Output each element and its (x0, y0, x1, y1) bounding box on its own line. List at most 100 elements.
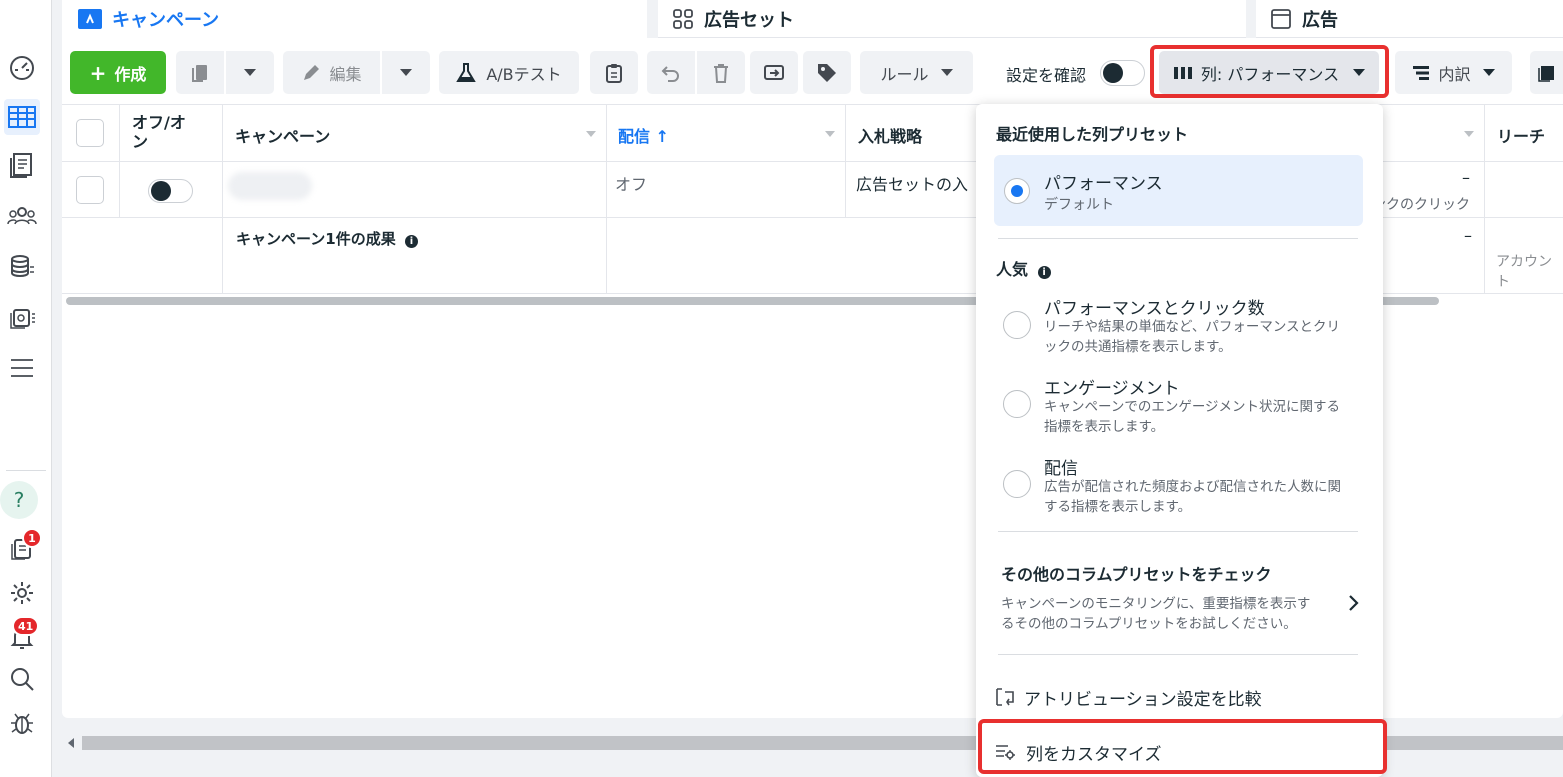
duplicate-icon (192, 64, 207, 82)
tab-adset-label: 広告セット (704, 9, 794, 31)
select-all-checkbox[interactable] (76, 119, 104, 147)
catalog-icon[interactable] (4, 300, 40, 336)
clipboard-icon (606, 63, 622, 83)
trash-icon (714, 63, 728, 83)
help-icon[interactable]: ? (0, 481, 38, 519)
preset-option-desc-line2: 指標を表示します。 (1044, 419, 1165, 435)
campaign-column-header[interactable]: キャンペーン (235, 123, 330, 147)
duplicate-dropdown-button[interactable] (226, 51, 274, 94)
preset-option-desc: 広告が配信された頻度および配信された人数に関 する指標を表示します。 (1044, 477, 1341, 517)
delete-button[interactable] (697, 51, 745, 94)
col-divider (845, 104, 846, 218)
summary-dash: – (1464, 226, 1472, 245)
customize-highlight-box (978, 719, 1387, 774)
billing-icon[interactable] (4, 249, 40, 285)
reach-column-header[interactable]: リーチ (1497, 123, 1545, 147)
confirm-settings-toggle[interactable] (1100, 60, 1145, 86)
create-button-label: 作成 (114, 64, 147, 84)
duplicate-button[interactable] (176, 51, 224, 94)
export-button[interactable] (750, 51, 798, 94)
bid-strategy-column-header[interactable]: 入札戦略 (858, 123, 922, 147)
tab-ad-label: 広告 (1302, 9, 1338, 31)
chevron-down-icon (400, 69, 412, 76)
settings-gear-icon[interactable] (4, 575, 40, 611)
menu-icon[interactable] (4, 350, 40, 386)
tag-button[interactable] (803, 51, 851, 94)
ab-test-button[interactable]: A/Bテスト (439, 51, 579, 94)
more-presets-desc-line2: るその他のコラムプリセットをお試しください。 (1001, 616, 1297, 632)
edit-dropdown-button[interactable] (382, 51, 430, 94)
undo-button[interactable] (647, 51, 695, 94)
preset-option-title: 配信 (1044, 459, 1078, 479)
campaign-name-redacted[interactable] (228, 172, 312, 200)
breakdown-button[interactable]: 内訳 (1395, 51, 1512, 94)
column-presets-dropdown: 最近使用した列プリセット パフォーマンス デフォルト 人気 i パフォーマンスと… (976, 104, 1383, 777)
row-checkbox[interactable] (76, 176, 104, 204)
export-icon (764, 64, 784, 80)
dropdown-divider (998, 654, 1358, 655)
toggle-column-header: オフ/オ ン (132, 113, 186, 151)
scroll-left-arrow-icon[interactable] (68, 738, 74, 748)
more-presets-title: その他のコラムプリセットをチェック (1001, 565, 1272, 584)
tab-ad[interactable]: 広告 (1256, 0, 1563, 38)
toggle-header-line1: オフ/オ (132, 113, 186, 132)
preset-option-desc-line1: 広告が配信された頻度および配信された人数に関 (1044, 479, 1341, 495)
table-view-icon[interactable] (4, 99, 40, 135)
confirm-settings-label: 設定を確認 (1006, 66, 1087, 85)
radio-unselected[interactable] (1003, 311, 1031, 339)
bid-strategy-value: 広告セットの入 (856, 175, 969, 194)
sort-caret-icon[interactable] (1464, 131, 1474, 137)
adset-grid-icon (672, 8, 694, 30)
edit-button[interactable]: 編集 (283, 51, 380, 94)
plus-icon: + (89, 60, 107, 85)
results-dash: – (1462, 168, 1470, 187)
sort-caret-icon[interactable] (586, 131, 596, 137)
preset-option-desc: リーチや結果の単価など、パフォーマンスとクリ ックの共通指標を表示します。 (1044, 317, 1340, 357)
popular-header: 人気 i (996, 256, 1051, 280)
delivery-status: オフ (615, 175, 648, 194)
tab-campaign[interactable]: キャンペーン (62, 0, 647, 38)
chevron-down-icon (1482, 69, 1495, 76)
preset-option-desc-line2: する指標を表示します。 (1044, 499, 1192, 515)
pencil-icon (304, 64, 320, 80)
sort-caret-icon[interactable] (825, 131, 835, 137)
radio-selected[interactable] (1004, 178, 1030, 204)
pages-icon[interactable] (4, 147, 40, 183)
toggle-header-line2: ン (132, 132, 149, 151)
reports-button[interactable] (1530, 51, 1563, 94)
flask-icon (456, 62, 477, 82)
preset-performance-selected[interactable]: パフォーマンス デフォルト (994, 155, 1363, 226)
breakdown-icon (1413, 65, 1430, 80)
radio-unselected[interactable] (1003, 470, 1031, 498)
bug-report-icon[interactable] (4, 705, 40, 741)
radio-unselected[interactable] (1003, 390, 1031, 418)
create-button[interactable]: + 作成 (70, 51, 166, 94)
info-icon[interactable]: i (404, 235, 418, 248)
search-icon[interactable] (4, 661, 40, 697)
preset-performance-subtitle: デフォルト (1044, 197, 1114, 213)
summary-label-text: キャンペーン1件の成果 (236, 230, 396, 248)
rules-label: ルール (880, 64, 929, 84)
compare-attribution-item[interactable]: アトリビューション設定を比較 (994, 682, 1262, 712)
preset-performance-title: パフォーマンス (1044, 174, 1163, 194)
dashboard-icon[interactable] (4, 50, 40, 86)
rules-button[interactable]: ルール (860, 51, 973, 94)
audience-icon[interactable] (4, 198, 40, 234)
campaign-folder-icon (78, 9, 102, 29)
clipboard-button[interactable] (590, 51, 638, 94)
dropdown-divider (998, 238, 1358, 239)
rail-divider (6, 470, 46, 471)
campaign-on-off-toggle[interactable] (148, 179, 193, 203)
notifications-badge: 1 (22, 528, 42, 548)
summary-label: キャンペーン1件の成果 i (236, 228, 418, 249)
reports-icon (1537, 65, 1554, 82)
tab-adset[interactable]: 広告セット (658, 0, 1246, 38)
tag-icon (818, 63, 836, 82)
delivery-column-header[interactable]: 配信 ↑ (618, 123, 669, 147)
results-type-text: ンクのクリック (1372, 197, 1470, 213)
summary-account-text: アカウント (1496, 254, 1552, 290)
col-divider (606, 104, 607, 294)
info-icon[interactable]: i (1037, 266, 1051, 279)
col-divider (119, 104, 120, 218)
recent-presets-header: 最近使用した列プリセット (996, 125, 1189, 144)
